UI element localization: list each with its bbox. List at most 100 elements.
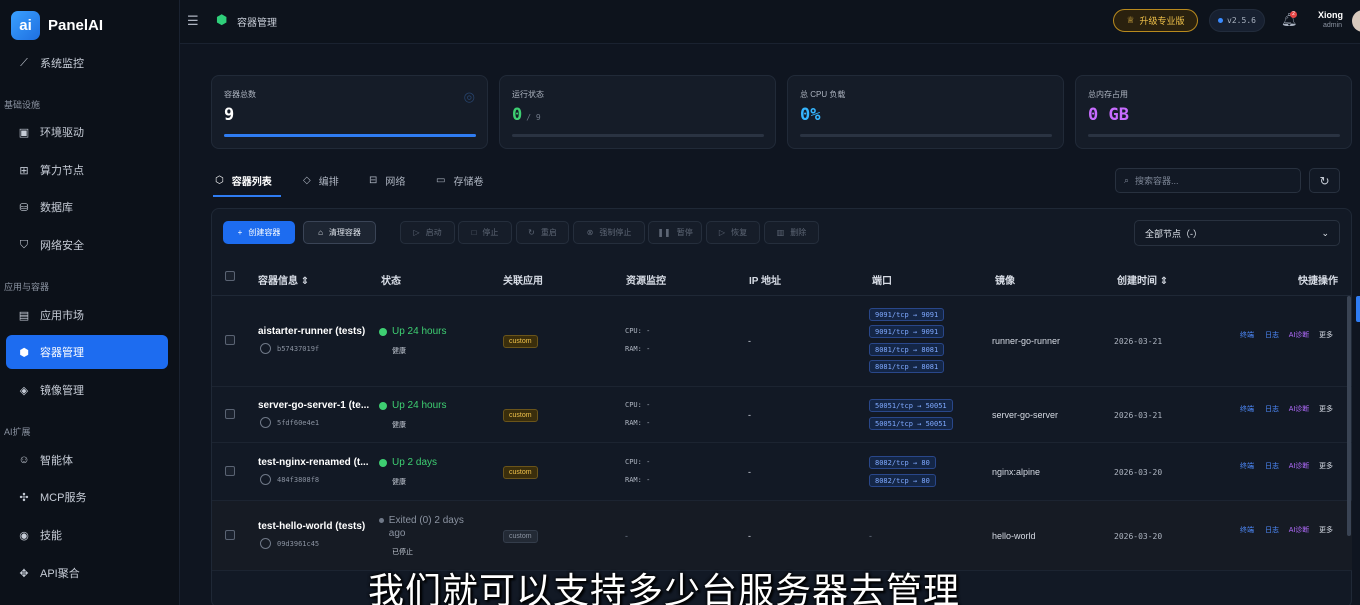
terminal-action[interactable]: 终端 (1240, 404, 1254, 415)
ai-diagnose-action[interactable]: AI诊断 (1288, 404, 1310, 415)
table-scrollbar[interactable] (1347, 296, 1351, 536)
logs-action[interactable]: 日志 (1265, 461, 1279, 472)
upgrade-button[interactable]: ♕ 升级专业版 (1113, 9, 1198, 32)
resume-button[interactable]: ▷ 恢复 (706, 221, 760, 244)
col-container-info[interactable]: 容器信息 ⇕ (258, 272, 309, 287)
ram-usage: RAM: - (625, 476, 651, 484)
sidebar-item-database[interactable]: ⛁ 数据库 (6, 190, 168, 224)
port-mapping: - (869, 531, 872, 541)
row-checkbox[interactable] (225, 409, 235, 419)
app-logo[interactable]: ai PanelAI (11, 11, 103, 40)
sidebar-item-agent[interactable]: ☺ 智能体 (6, 443, 168, 477)
col-ip: IP 地址 (749, 276, 782, 287)
delete-button[interactable]: ▥ 删除 (764, 221, 819, 244)
sidebar-item-api-aggregation[interactable]: ✥ API聚合 (6, 556, 168, 590)
stat-progress (512, 134, 764, 137)
more-action[interactable]: 更多 (1319, 330, 1333, 341)
table-row[interactable] (212, 443, 1352, 501)
page-title: 容器管理 (237, 18, 277, 29)
restart-button[interactable]: ↻ 重启 (516, 221, 569, 244)
sidebar-item-env-driver[interactable]: ▣ 环境驱动 (6, 115, 168, 149)
refresh-button[interactable]: ↻ (1309, 168, 1340, 193)
tab-network[interactable]: ⊟ 网络 (369, 173, 405, 188)
logs-action[interactable]: 日志 (1265, 525, 1279, 536)
sidebar-item-system-monitor[interactable]: ⟋ 系统监控 (6, 46, 168, 80)
table-row[interactable] (212, 387, 1352, 443)
stat-progress (224, 134, 476, 137)
container-name[interactable]: test-nginx-renamed (t... (258, 457, 369, 468)
tab-label: 容器列表 (231, 177, 272, 188)
terminal-action[interactable]: 终端 (1240, 525, 1254, 536)
terminal-action[interactable]: 终端 (1240, 330, 1254, 341)
row-checkbox[interactable] (225, 466, 235, 476)
sidebar-item-compute-node[interactable]: ⊞ 算力节点 (6, 153, 168, 187)
grid-icon: ▣ (18, 126, 30, 139)
sidebar-section-ai: AI扩展 (4, 427, 31, 437)
more-action[interactable]: 更多 (1319, 404, 1333, 415)
tab-container-list[interactable]: ⬡ 容器列表 (215, 173, 272, 188)
cpu-usage: CPU: - (625, 327, 651, 335)
col-created[interactable]: 创建时间 ⇕ (1117, 272, 1168, 287)
sidebar-item-label: MCP服务 (40, 492, 87, 504)
stat-card-total: 容器总数 9 ◎ (211, 75, 488, 149)
pause-icon: ❚❚ (657, 228, 671, 237)
ai-diagnose-action[interactable]: AI诊断 (1288, 330, 1310, 341)
table-row[interactable] (212, 296, 1352, 387)
node-filter-select[interactable]: 全部节点（-） ⌄ (1134, 220, 1340, 246)
stat-card-memory: 总内存占用 0 GB (1075, 75, 1352, 149)
pause-button[interactable]: ❚❚ 暂停 (648, 221, 702, 244)
sidebar-item-mcp-service[interactable]: ✣ MCP服务 (6, 480, 168, 514)
ai-diagnose-action[interactable]: AI诊断 (1288, 525, 1310, 536)
stat-card-running: 运行状态 0/ 9 (499, 75, 776, 149)
sidebar-item-skills[interactable]: ◉ 技能 (6, 518, 168, 552)
start-button[interactable]: ▷ 启动 (400, 221, 455, 244)
cube-icon: ⬢ (216, 12, 228, 27)
hdd-icon: ▭ (436, 175, 446, 186)
tab-volumes[interactable]: ▭ 存储卷 (436, 173, 483, 188)
sidebar-item-image-management[interactable]: ◈ 镜像管理 (6, 373, 168, 407)
menu-toggle-icon[interactable]: ☰ (187, 13, 199, 29)
broom-icon: ⌂ (318, 228, 323, 237)
user-name[interactable]: Xiong (1318, 10, 1343, 20)
container-id: 484f3808f8 (260, 474, 319, 485)
more-action[interactable]: 更多 (1319, 461, 1333, 472)
stat-value: 0/ 9 (512, 105, 541, 125)
terminal-action[interactable]: 终端 (1240, 461, 1254, 472)
sidebar-item-network-security[interactable]: ⛉ 网络安全 (6, 228, 168, 262)
stat-progress (800, 134, 1052, 137)
cube-icon: ⬢ (19, 346, 29, 359)
container-name[interactable]: aistarter-runner (tests) (258, 326, 365, 337)
logs-action[interactable]: 日志 (1265, 330, 1279, 341)
database-icon: ⛁ (19, 201, 29, 214)
container-name[interactable]: server-go-server-1 (te... (258, 400, 369, 411)
stat-value: 9 (224, 105, 235, 125)
clean-container-button[interactable]: ⌂ 清理容器 (303, 221, 376, 244)
cpu-usage: CPU: - (625, 401, 651, 409)
force-stop-button[interactable]: ⊗ 强制停止 (573, 221, 645, 244)
stat-label: 总内存占用 (1088, 90, 1128, 99)
col-resources: 资源监控 (626, 276, 666, 287)
avatar[interactable] (1352, 10, 1360, 32)
sidebar-item-app-store[interactable]: ▤ 应用市场 (6, 298, 168, 332)
more-action[interactable]: 更多 (1319, 525, 1333, 536)
create-container-button[interactable]: + 创建容器 (223, 221, 295, 244)
logs-action[interactable]: 日志 (1265, 404, 1279, 415)
image-name: runner-go-runner (992, 336, 1061, 346)
col-ports: 端口 (872, 276, 892, 287)
sidebar-section-infrastructure: 基础设施 (4, 100, 41, 110)
side-drawer-handle[interactable] (1356, 296, 1360, 322)
search-input[interactable]: ⌕ 搜索容器... (1115, 168, 1301, 193)
health-label: 已停止 (392, 549, 413, 556)
health-label: 健康 (392, 422, 406, 429)
sidebar-item-container-management[interactable]: ⬢ 容器管理 (6, 335, 168, 369)
container-id: b57437019f (260, 343, 319, 354)
sort-icon: ⇕ (1159, 276, 1169, 287)
stop-button[interactable]: □ 停止 (458, 221, 512, 244)
ai-diagnose-action[interactable]: AI诊断 (1288, 461, 1310, 472)
container-name[interactable]: test-hello-world (tests) (258, 521, 365, 532)
tab-orchestration[interactable]: ◇ 编排 (303, 173, 339, 188)
created-time: 2026-03-20 (1114, 468, 1163, 477)
select-all-checkbox[interactable] (225, 271, 235, 281)
row-checkbox[interactable] (225, 530, 235, 540)
row-checkbox[interactable] (225, 335, 235, 345)
